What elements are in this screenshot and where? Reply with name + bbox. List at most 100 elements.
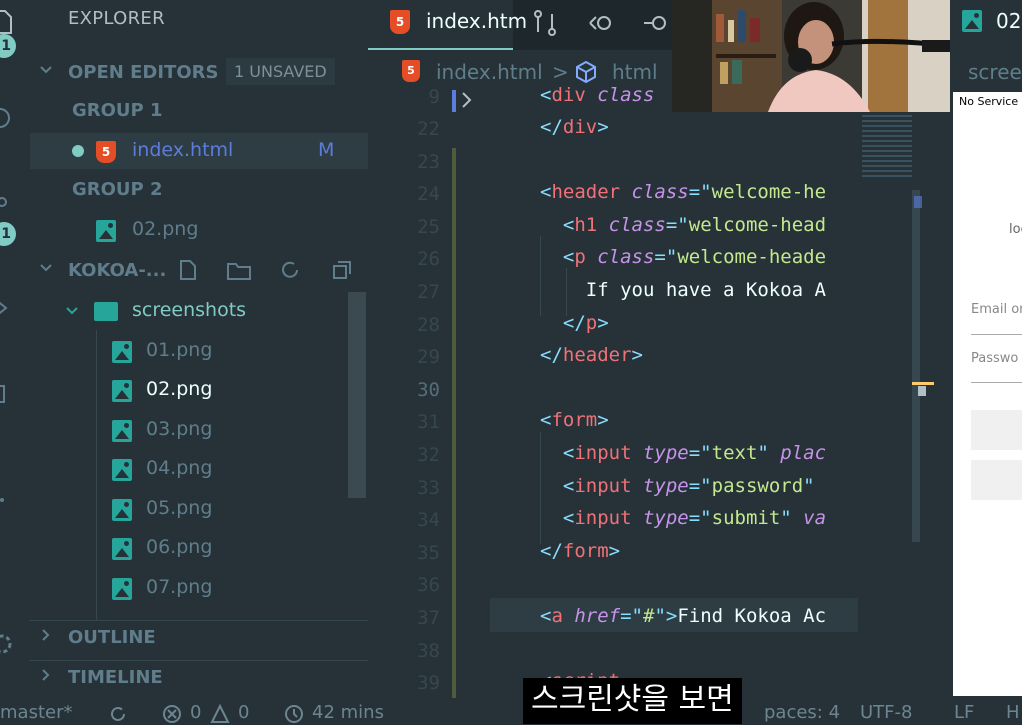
folder-image-icon xyxy=(94,302,118,321)
chevron-right-icon[interactable] xyxy=(460,90,474,110)
code-token: plac xyxy=(768,442,827,464)
file-06-png[interactable]: 06.png xyxy=(30,530,368,566)
dirty-dot-icon[interactable] xyxy=(72,145,84,157)
code-token: < xyxy=(540,214,575,236)
tab-label: index.htm xyxy=(426,9,528,33)
encoding-setting[interactable]: UTF-8 xyxy=(860,702,912,723)
sidebar-scrollbar[interactable] xyxy=(348,292,366,498)
code-token: form xyxy=(551,409,598,431)
file-name: 05.png xyxy=(146,497,213,519)
indentation-setting[interactable]: paces: 4 xyxy=(764,702,840,723)
code-token: input xyxy=(574,507,632,529)
refresh-icon[interactable] xyxy=(278,258,302,282)
image-icon xyxy=(112,578,132,600)
open-changes-icon[interactable] xyxy=(530,8,560,38)
tab-index-html[interactable]: 5 index.htm xyxy=(368,0,527,50)
file-05-png[interactable]: 05.png xyxy=(30,491,368,527)
video-subtitle: 스크린샷을 보면 xyxy=(523,678,742,724)
source-control-icon[interactable] xyxy=(0,196,16,224)
project-section[interactable]: KOKOA-... xyxy=(30,254,368,290)
file-03-png[interactable]: 03.png xyxy=(30,412,368,448)
file-04-png[interactable]: 04.png xyxy=(30,451,368,487)
tab-02-png[interactable]: 02 xyxy=(950,0,1022,50)
extensions-icon[interactable] xyxy=(0,380,16,408)
status-bar: master* 0 0 42 mins paces: 4 UTF-8 LF H xyxy=(0,700,1022,725)
file-name: 03.png xyxy=(146,418,213,440)
line-number: 27 xyxy=(417,281,440,303)
file-02-png[interactable]: 02.png xyxy=(30,372,368,408)
history-icon[interactable] xyxy=(284,704,304,724)
language-mode[interactable]: H xyxy=(1006,702,1020,723)
error-count[interactable]: 0 xyxy=(190,702,201,723)
unsaved-badge: 1 UNSAVED xyxy=(226,58,335,85)
code-token: " xyxy=(757,442,769,464)
html5-icon: 5 xyxy=(402,60,420,82)
line-number: 23 xyxy=(417,151,440,173)
code-token: < xyxy=(540,475,575,497)
new-file-icon[interactable] xyxy=(176,258,200,282)
code-line[interactable]: <input type="password" xyxy=(540,475,858,497)
files-icon[interactable] xyxy=(0,8,16,36)
line-number: 30 xyxy=(417,379,440,401)
error-icon[interactable] xyxy=(162,704,182,724)
minimap[interactable] xyxy=(862,90,950,690)
code-line[interactable]: </p> xyxy=(540,312,858,334)
search-icon[interactable] xyxy=(0,106,16,134)
eol-setting[interactable]: LF xyxy=(954,702,974,723)
code-line[interactable]: <a href="#">Find Kokoa Ac xyxy=(540,605,858,627)
code-line[interactable]: <h1 class="welcome-head xyxy=(540,214,858,236)
more-icon[interactable] xyxy=(0,486,16,514)
editor-scrollbar[interactable] xyxy=(912,190,920,542)
file-01-png[interactable]: 01.png xyxy=(30,333,368,369)
breadcrumb-node[interactable]: html xyxy=(612,60,658,84)
code-token: class xyxy=(585,84,655,106)
code-line[interactable]: If you have a Kokoa A xyxy=(540,279,858,301)
next-change-icon[interactable] xyxy=(644,8,674,38)
timeline-label: TIMELINE xyxy=(68,667,163,688)
file-name: 02.png xyxy=(132,218,199,240)
code-token: div xyxy=(562,116,598,138)
settings-gear-icon[interactable] xyxy=(0,630,16,658)
code-token: p xyxy=(585,312,598,334)
file-07-png[interactable]: 07.png xyxy=(30,570,368,606)
collapse-all-icon[interactable] xyxy=(330,258,354,282)
code-line[interactable]: </form> xyxy=(540,540,858,562)
run-debug-icon[interactable] xyxy=(0,294,16,322)
code-token: header xyxy=(562,344,632,366)
warning-icon[interactable] xyxy=(210,704,230,724)
line-number: 39 xyxy=(417,672,440,694)
code-line[interactable]: <form> xyxy=(540,409,858,431)
warning-count[interactable]: 0 xyxy=(238,702,249,723)
code-token: class xyxy=(597,214,666,236)
open-editors-label: OPEN EDITORS xyxy=(68,62,219,83)
open-editors-section[interactable]: OPEN EDITORS 1 UNSAVED xyxy=(30,56,368,92)
breadcrumb-folder[interactable]: scree xyxy=(968,60,1022,84)
code-line[interactable]: <input type="text" plac xyxy=(540,442,858,464)
line-number: 25 xyxy=(417,216,440,238)
code-line[interactable]: </header> xyxy=(540,344,858,366)
new-folder-icon[interactable] xyxy=(226,258,252,282)
code-line[interactable]: <p class="welcome-heade xyxy=(540,246,858,268)
open-editor-02-png[interactable]: 02.png xyxy=(30,212,368,248)
chevron-right-icon xyxy=(42,669,50,681)
html5-icon: 5 xyxy=(96,141,116,163)
file-name: 07.png xyxy=(146,576,213,598)
branch-label[interactable]: master* xyxy=(0,702,72,723)
code-line[interactable]: </div> xyxy=(540,116,858,138)
time-tracker[interactable]: 42 mins xyxy=(312,702,384,723)
folder-screenshots[interactable]: screenshots xyxy=(30,293,368,329)
code-token: </ xyxy=(540,540,563,562)
breadcrumb-file[interactable]: index.html xyxy=(436,60,543,84)
line-number: 32 xyxy=(417,444,440,466)
outline-section[interactable]: OUTLINE xyxy=(30,620,368,656)
sync-icon[interactable] xyxy=(108,704,128,724)
code-line[interactable]: <header class="welcome-he xyxy=(540,181,858,203)
code-line[interactable]: <input type="submit" va xyxy=(540,507,858,529)
second-editor-group: 02 scree No Service log Email or Passwo xyxy=(950,0,1022,700)
explorer-sidebar: EXPLORER OPEN EDITORS 1 UNSAVED GROUP 1 … xyxy=(30,0,368,700)
open-editor-index-html[interactable]: 5 index.html M xyxy=(30,133,368,169)
previous-change-icon[interactable] xyxy=(586,8,616,38)
code-token: < xyxy=(540,605,552,627)
timeline-section[interactable]: TIMELINE xyxy=(30,660,368,696)
code-token: submit xyxy=(711,507,781,529)
